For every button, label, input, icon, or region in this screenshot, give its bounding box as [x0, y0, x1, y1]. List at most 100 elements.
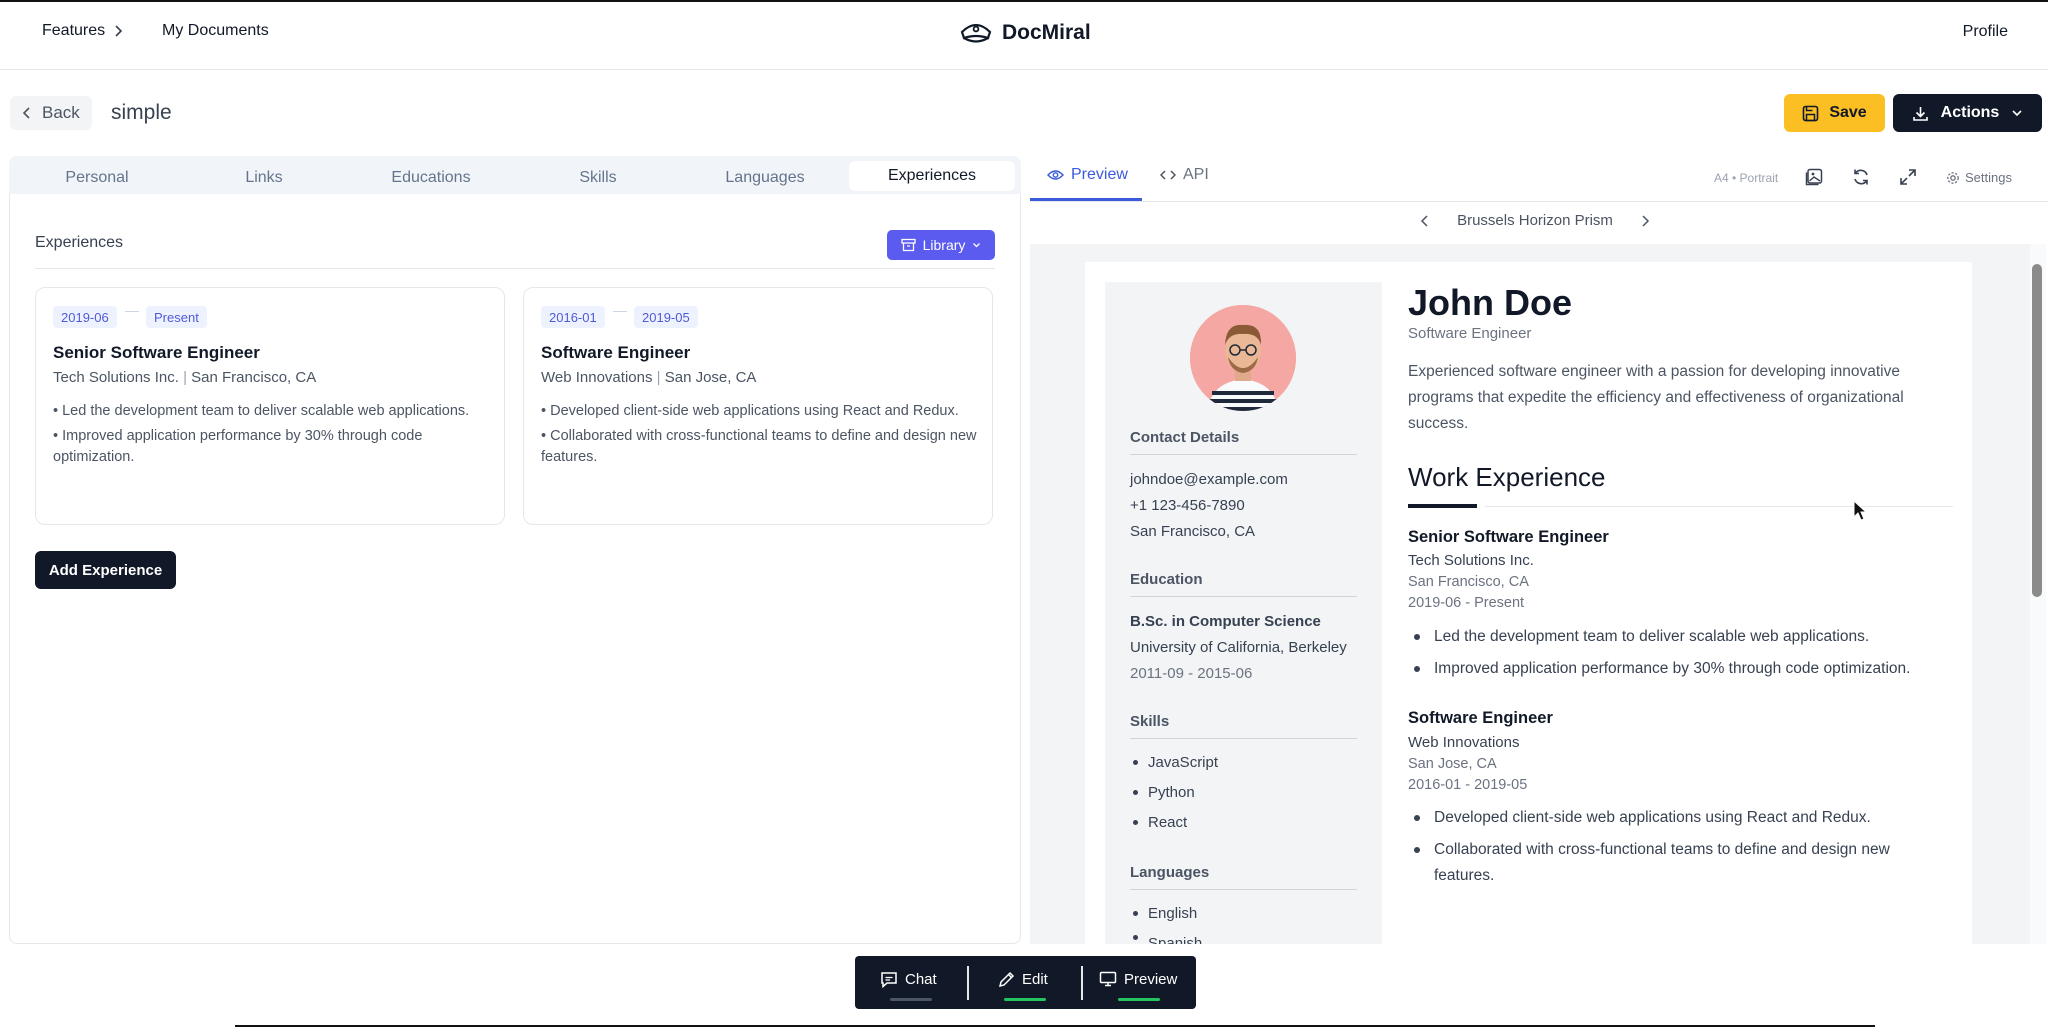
- date-separator: [125, 311, 139, 312]
- experience-title: Senior Software Engineer: [53, 343, 260, 362]
- document-title[interactable]: simple: [111, 101, 172, 125]
- job-location: San Jose, CA: [1408, 756, 1497, 772]
- language-item: Spanish: [1133, 935, 1202, 944]
- add-experience-button[interactable]: Add Experience: [35, 551, 176, 589]
- divider: [1485, 506, 1953, 507]
- chevron-right-icon: [113, 24, 123, 38]
- monitor-icon: [1099, 971, 1117, 987]
- divider: [1130, 454, 1357, 455]
- tab-educations[interactable]: Educations: [348, 164, 514, 192]
- job-dates: 2019-06 - Present: [1408, 595, 1525, 611]
- job-title: Software Engineer: [1408, 709, 1553, 727]
- experience-bullets: • Led the development team to deliver sc…: [53, 401, 493, 468]
- education-heading: Education: [1130, 571, 1203, 588]
- avatar: [1190, 305, 1296, 411]
- experience-location: San Jose, CA: [664, 369, 757, 386]
- skills-heading: Skills: [1130, 713, 1170, 730]
- settings-label: Settings: [1965, 170, 2012, 185]
- divider: [1081, 966, 1083, 1000]
- tab-preview[interactable]: Preview: [1047, 166, 1128, 184]
- expand-icon[interactable]: [1899, 168, 1917, 186]
- archive-icon: [900, 238, 916, 252]
- job-dates: 2016-01 - 2019-05: [1408, 777, 1528, 793]
- chat-button[interactable]: Chat: [880, 966, 937, 992]
- divider: [1130, 889, 1357, 890]
- template-name: Brussels Horizon Prism: [1457, 212, 1613, 229]
- work-experience-heading: Work Experience: [1408, 462, 1606, 492]
- languages-heading: Languages: [1130, 864, 1210, 881]
- library-label: Library: [922, 237, 966, 253]
- edit-label: Edit: [1022, 970, 1048, 988]
- education-degree: B.Sc. in Computer Science: [1130, 613, 1321, 630]
- save-label: Save: [1829, 104, 1867, 121]
- job-bullet: Improved application performance by 30% …: [1414, 656, 1934, 682]
- job-bullet-text: Collaborated with cross-functional teams…: [1434, 841, 1890, 884]
- experience-company: Web Innovations: [541, 369, 653, 386]
- job-bullet-text: Led the development team to deliver scal…: [1434, 628, 1870, 645]
- divider: [967, 966, 969, 1000]
- preview-button[interactable]: Preview: [1099, 966, 1177, 992]
- brand-logo[interactable]: DocMiral: [958, 18, 1091, 48]
- job-bullet: Developed client-side web applications u…: [1414, 805, 1934, 831]
- download-icon: [1912, 105, 1929, 122]
- nav-features-label: Features: [42, 22, 106, 39]
- experience-company: Tech Solutions Inc.: [53, 369, 179, 386]
- end-date-badge: 2019-05: [634, 306, 698, 328]
- preview-label: Preview: [1124, 970, 1178, 988]
- contact-location: San Francisco, CA: [1130, 523, 1256, 540]
- save-button[interactable]: Save: [1784, 94, 1885, 132]
- start-date-badge: 2016-01: [541, 306, 605, 328]
- back-button[interactable]: Back: [10, 96, 92, 130]
- actions-button[interactable]: Actions: [1893, 94, 2042, 132]
- profile-link[interactable]: Profile: [1963, 23, 2008, 41]
- chat-label: Chat: [905, 970, 937, 988]
- tab-languages[interactable]: Languages: [682, 164, 848, 192]
- tab-api[interactable]: API: [1160, 166, 1209, 184]
- edit-indicator: [1004, 998, 1046, 1001]
- education-dates: 2011-09 - 2015-06: [1130, 665, 1253, 682]
- language-item: English: [1133, 905, 1197, 922]
- chevron-left-icon[interactable]: [1420, 214, 1430, 228]
- resume-name: John Doe: [1408, 282, 1573, 323]
- experience-bullet: • Developed client-side web applications…: [541, 403, 959, 419]
- mouse-cursor-icon: [1853, 500, 1867, 522]
- refresh-icon[interactable]: [1852, 168, 1870, 186]
- experience-location: San Francisco, CA: [191, 369, 317, 386]
- date-separator: [613, 311, 627, 312]
- chevron-right-icon[interactable]: [1640, 214, 1650, 228]
- pencil-icon: [998, 971, 1015, 988]
- experience-title: Software Engineer: [541, 343, 691, 362]
- tab-skills[interactable]: Skills: [515, 164, 681, 192]
- experience-bullet: • Improved application performance by 30…: [53, 428, 423, 465]
- edit-button[interactable]: Edit: [998, 966, 1048, 992]
- settings-button[interactable]: Settings: [1946, 170, 2012, 185]
- floppy-disk-icon: [1802, 105, 1819, 122]
- library-button[interactable]: Library: [887, 230, 995, 260]
- tab-personal[interactable]: Personal: [14, 164, 180, 192]
- captain-hat-icon: [958, 18, 994, 48]
- job-company: Tech Solutions Inc.: [1408, 552, 1534, 569]
- scrollbar-thumb[interactable]: [2032, 264, 2042, 597]
- back-label: Back: [42, 103, 80, 122]
- contact-email: johndoe@example.com: [1130, 471, 1288, 488]
- heading-accent-rule: [1408, 504, 1477, 508]
- brand-name: DocMiral: [1002, 21, 1091, 44]
- tab-experiences[interactable]: Experiences: [849, 161, 1015, 191]
- code-icon: [1160, 169, 1176, 181]
- tab-preview-label: Preview: [1071, 166, 1128, 183]
- editor-panel: [9, 156, 1021, 944]
- tab-links[interactable]: Links: [181, 164, 347, 192]
- nav-features[interactable]: Features: [42, 22, 123, 40]
- experience-bullet: • Collaborated with cross-functional tea…: [541, 428, 977, 465]
- experience-bullet: • Led the development team to deliver sc…: [53, 403, 470, 419]
- chevron-left-icon: [22, 106, 32, 120]
- contact-heading: Contact Details: [1130, 429, 1240, 446]
- divider: [35, 268, 995, 269]
- experience-bullets: • Developed client-side web applications…: [541, 401, 981, 468]
- chat-indicator: [890, 998, 932, 1001]
- nav-my-documents[interactable]: My Documents: [162, 22, 269, 40]
- image-export-icon[interactable]: [1805, 168, 1823, 186]
- job-bullet-text: Developed client-side web applications u…: [1434, 809, 1871, 826]
- eye-icon: [1047, 169, 1064, 181]
- job-bullet-text: Improved application performance by 30% …: [1434, 660, 1911, 677]
